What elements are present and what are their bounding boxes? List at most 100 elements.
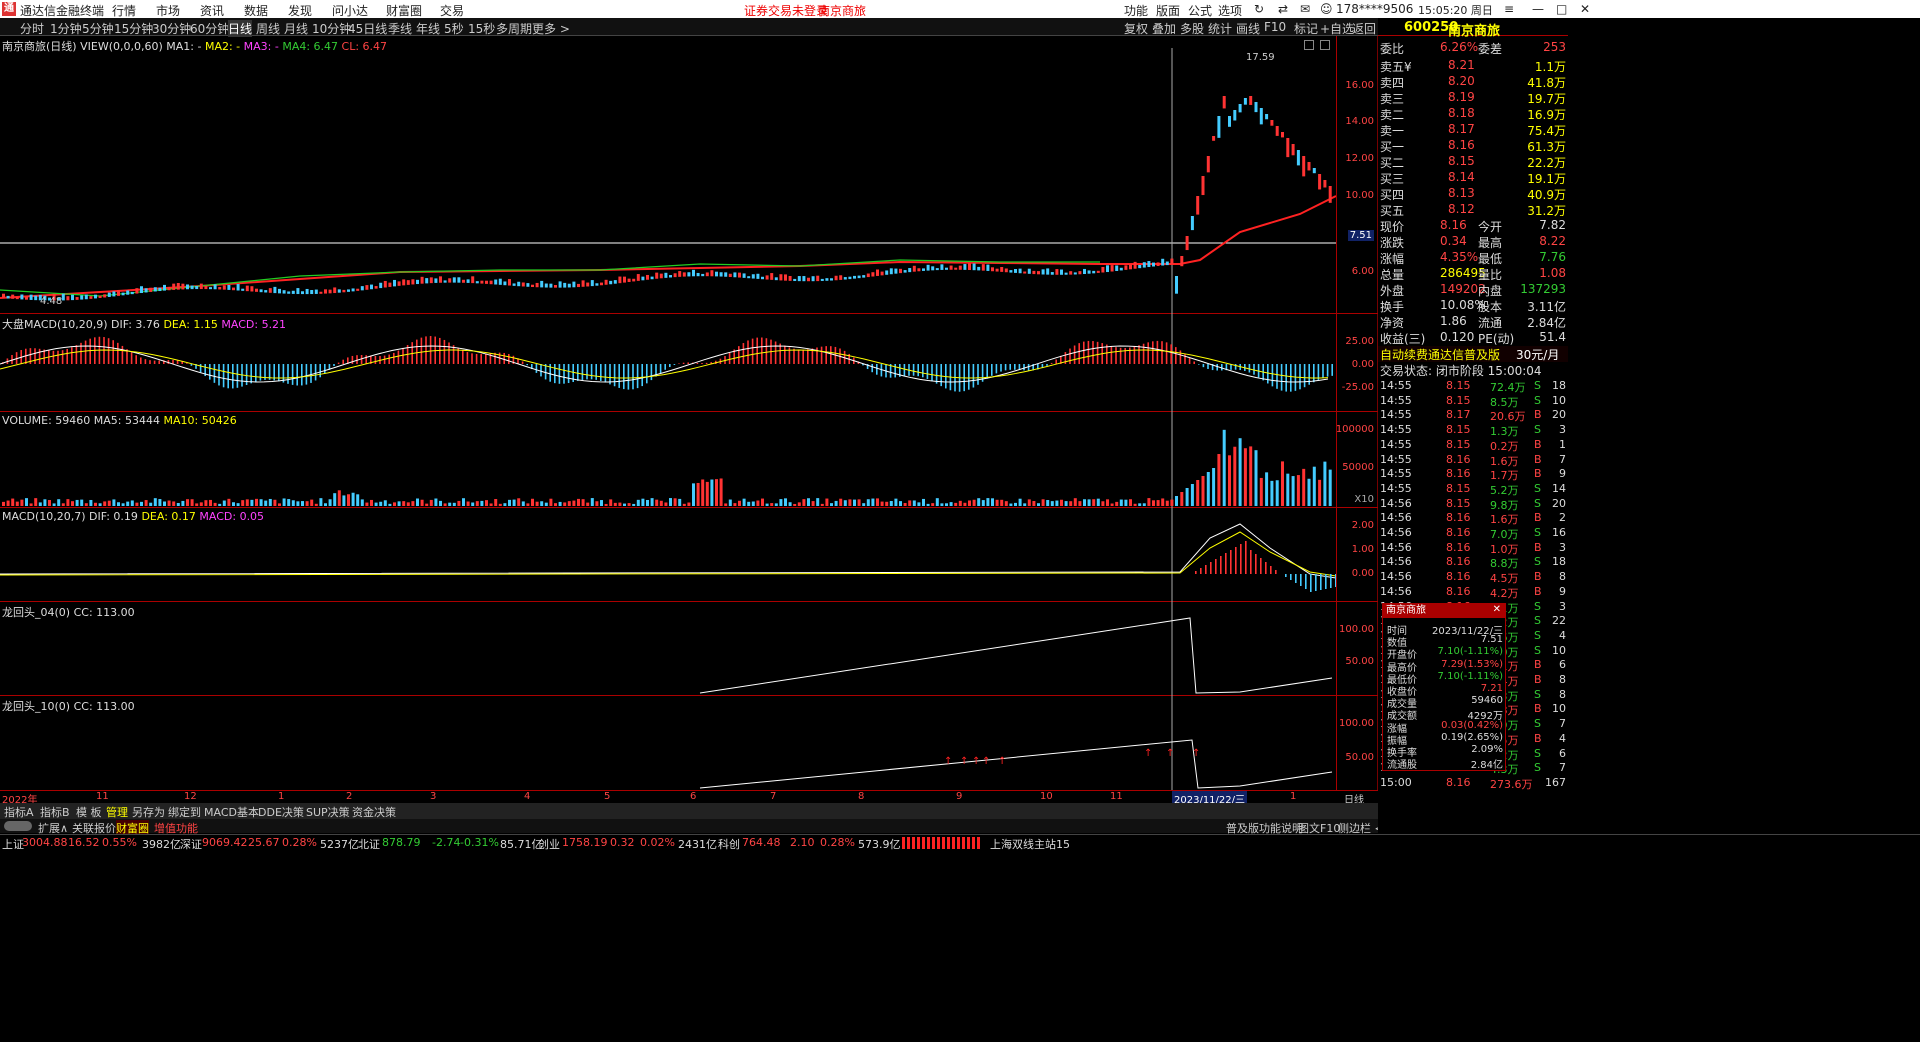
volume-bar — [1206, 472, 1210, 506]
menu-formula[interactable]: 公式 — [1188, 2, 1212, 19]
tick-row[interactable]: 14:55 8.15 1.3万 S 3 — [1378, 423, 1568, 438]
tool-multistock[interactable]: 多股 — [1180, 20, 1204, 37]
period-60min[interactable]: 60分钟 — [190, 20, 229, 37]
volume-bar — [1142, 503, 1146, 506]
sz-value[interactable]: 9069.42 — [202, 836, 248, 849]
macd-bar — [1210, 562, 1212, 574]
menu-trade[interactable]: 交易 — [440, 2, 464, 19]
volume-bar — [245, 499, 249, 506]
period-15min[interactable]: 15分钟 — [114, 20, 153, 37]
tab-template[interactable]: 模 板 — [76, 804, 102, 820]
lht10-panel[interactable]: 龙回头_10(0) CC: 113.00 ↑ ↑ ↑ ↑ ↑ ↑ ↑ ↑ 100.00 50.… — [0, 696, 1378, 790]
tool-draw[interactable]: 画线 — [1236, 20, 1260, 37]
promo-row[interactable]: 自动续费通达信普及版 30元/月 — [1378, 346, 1568, 362]
tab-indicator-a[interactable]: 指标A — [4, 804, 34, 820]
toggle-icon[interactable] — [4, 821, 32, 831]
tick-row[interactable]: 14:56 8.16 7.0万 S 16 — [1378, 526, 1568, 541]
sh-value[interactable]: 3004.88 — [22, 836, 68, 849]
tick-row[interactable]: 14:55 8.15 0.2万 B 1 — [1378, 438, 1568, 453]
period-45day[interactable]: 45日线 — [348, 20, 387, 37]
kc-value[interactable]: 764.48 — [742, 836, 781, 849]
tool-overlay[interactable]: 叠加 — [1152, 20, 1176, 37]
menu-layout[interactable]: 版面 — [1156, 2, 1180, 19]
macd-big-bar — [140, 357, 142, 364]
menu-data[interactable]: 数据 — [244, 2, 268, 19]
tick-row[interactable]: 14:56 8.16 1.0万 B 3 — [1378, 541, 1568, 556]
candle — [296, 288, 300, 295]
menu-function[interactable]: 功能 — [1124, 2, 1148, 19]
tick-row[interactable]: 15:00 8.16 273.6万 167 — [1378, 776, 1568, 791]
tab-indicator-b[interactable]: 指标B — [40, 804, 70, 820]
macd-panel[interactable]: MACD(10,20,7) DIF: 0.19 DEA: 0.17 MACD: … — [0, 508, 1378, 602]
tab-dde[interactable]: DDE决策 — [258, 804, 304, 820]
period-10min[interactable]: 10分钟 — [312, 20, 351, 37]
tool-mark[interactable]: 标记 — [1294, 20, 1318, 37]
period-year[interactable]: 年线 — [416, 20, 440, 37]
volume-bar — [623, 503, 626, 506]
period-weekly[interactable]: 周线 — [256, 20, 280, 37]
tab-manage[interactable]: 管理 — [106, 804, 128, 820]
tick-row[interactable]: 14:55 8.16 1.6万 B 7 — [1378, 453, 1568, 468]
close-icon[interactable]: ✕ — [1580, 2, 1590, 16]
tool-f10[interactable]: F10 — [1264, 20, 1286, 34]
account-label[interactable]: 178****9506 — [1336, 2, 1413, 16]
cy-value[interactable]: 1758.19 — [562, 836, 608, 849]
minimize-icon[interactable]: — — [1532, 2, 1544, 16]
menu-market[interactable]: 市场 — [156, 2, 180, 19]
period-monthly[interactable]: 月线 — [284, 20, 308, 37]
bz-value[interactable]: 878.79 — [382, 836, 421, 849]
server-label[interactable]: 上海双线主站15 — [990, 836, 1070, 852]
tool-back[interactable]: 返回 — [1352, 20, 1376, 37]
mail-icon[interactable]: ✉ — [1300, 2, 1310, 16]
tab-fund[interactable]: 资金决策 — [352, 804, 396, 820]
period-15sec[interactable]: 15秒 — [468, 20, 495, 37]
period-season[interactable]: 季线 — [388, 20, 412, 37]
refresh-icon[interactable]: ↻ — [1254, 2, 1264, 16]
menu-news[interactable]: 资讯 — [200, 2, 224, 19]
period-30min[interactable]: 30分钟 — [152, 20, 191, 37]
menu-icon[interactable]: ≡ — [1504, 2, 1514, 16]
tick-row[interactable]: 14:56 8.16 8.8万 S 18 — [1378, 555, 1568, 570]
sync-icon[interactable]: ⇄ — [1278, 2, 1288, 16]
menu-wealth[interactable]: 财富圈 — [386, 2, 422, 19]
tick-row[interactable]: 14:56 8.15 9.8万 S 20 — [1378, 497, 1568, 512]
lht04-panel[interactable]: 龙回头_04(0) CC: 113.00 100.00 50.00 — [0, 602, 1378, 696]
menu-quotes[interactable]: 行情 — [112, 2, 136, 19]
macd-big-bar — [296, 364, 298, 386]
period-multi[interactable]: 多周期 — [496, 20, 532, 37]
tool-fuquan[interactable]: 复权 — [1124, 20, 1148, 37]
user-icon[interactable]: ☺ — [1320, 2, 1333, 16]
menu-discover[interactable]: 发现 — [288, 2, 312, 19]
tick-row[interactable]: 14:56 8.16 4.5万 B 8 — [1378, 570, 1568, 585]
period-5min[interactable]: 5分钟 — [82, 20, 114, 37]
menu-ask[interactable]: 问小达 — [332, 2, 368, 19]
tool-add-watch[interactable]: +自选 — [1320, 20, 1354, 37]
stat-value: 7.76 — [1539, 250, 1566, 264]
tick-row[interactable]: 14:55 8.15 5.2万 S 14 — [1378, 482, 1568, 497]
tool-stats[interactable]: 统计 — [1208, 20, 1232, 37]
login-warning[interactable]: 证券交易未登录 — [744, 2, 828, 19]
tab-bind[interactable]: 绑定到 — [168, 804, 201, 820]
tab-saveas[interactable]: 另存为 — [132, 804, 165, 820]
period-1min[interactable]: 1分钟 — [50, 20, 82, 37]
period-more[interactable]: 更多 > — [532, 20, 570, 37]
period-daily[interactable]: 日线 — [228, 20, 253, 37]
tab-macd-basic[interactable]: MACD基本 — [204, 804, 259, 820]
tick-row[interactable]: 14:55 8.16 1.7万 B 9 — [1378, 467, 1568, 482]
volume-panel[interactable]: VOLUME: 59460 MA5: 53444 MA10: 50426 100… — [0, 412, 1378, 508]
macd-big-panel[interactable]: 大盘MACD(10,20,9) DIF: 3.76 DEA: 1.15 MACD… — [0, 314, 1378, 412]
period-fenshi[interactable]: 分时 — [20, 20, 44, 37]
period-5sec[interactable]: 5秒 — [444, 20, 464, 37]
chart-area[interactable]: 南京商旅(日线) VIEW(0,0,0,60) MA1: - MA2: - MA… — [0, 36, 1378, 802]
tick-row[interactable]: 14:55 8.15 8.5万 S 10 — [1378, 394, 1568, 409]
tab-sup[interactable]: SUP决策 — [306, 804, 350, 820]
menu-options[interactable]: 选项 — [1218, 2, 1242, 19]
data-tooltip-window[interactable]: 南京商旅 ✕ 时间 2023/11/22/三 数值 7.51 开盘价 7.10(-1.11… — [1382, 603, 1506, 771]
maximize-icon[interactable]: □ — [1556, 2, 1567, 16]
kline-panel[interactable]: 南京商旅(日线) VIEW(0,0,0,60) MA1: - MA2: - MA… — [0, 36, 1378, 314]
tick-row[interactable]: 14:55 8.15 72.4万 S 18 — [1378, 379, 1568, 394]
tooltip-close-icon[interactable]: ✕ — [1493, 604, 1501, 615]
tick-row[interactable]: 14:55 8.17 20.6万 B 20 — [1378, 408, 1568, 423]
tick-row[interactable]: 14:56 8.16 4.2万 B 9 — [1378, 585, 1568, 600]
tick-row[interactable]: 14:56 8.16 1.6万 B 2 — [1378, 511, 1568, 526]
